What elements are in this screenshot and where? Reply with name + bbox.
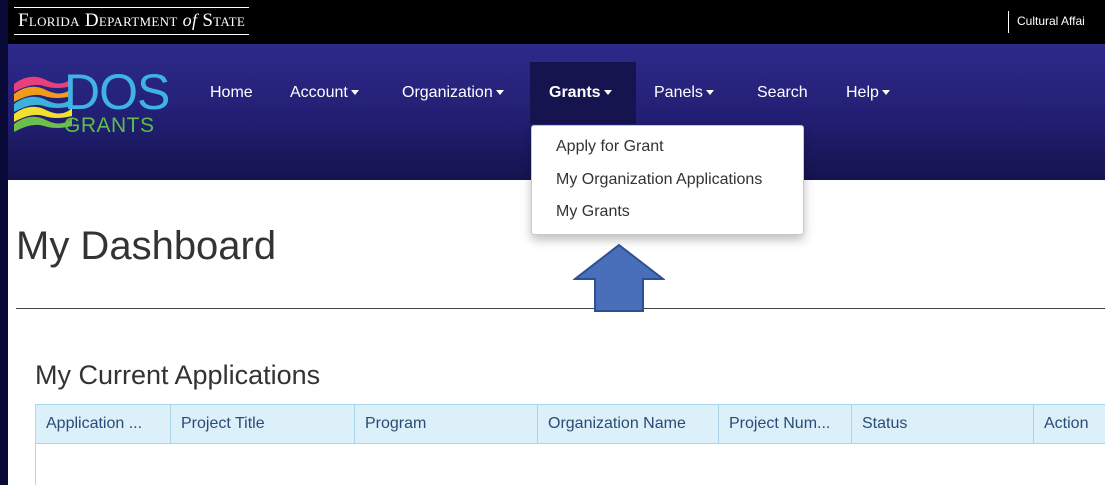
logo-text-of: of: [182, 10, 198, 30]
menu-item-apply-for-grant[interactable]: Apply for Grant: [556, 138, 664, 156]
caret-down-icon: [350, 90, 359, 96]
column-header-application[interactable]: Application ...: [36, 405, 171, 443]
florida-department-of-state-logo[interactable]: Florida Department of State: [14, 7, 250, 35]
title-divider: [16, 308, 1105, 309]
nav-organization[interactable]: Organization: [402, 84, 504, 102]
nav-organization-label: Organization: [402, 84, 493, 101]
dos-grants-logo[interactable]: DOS GRANTS: [12, 64, 182, 142]
caret-down-icon: [705, 90, 714, 96]
nav-search[interactable]: Search: [757, 84, 808, 102]
waves-logo-icon: [14, 76, 72, 132]
menu-item-my-grants[interactable]: My Grants: [556, 203, 630, 221]
nav-home[interactable]: Home: [210, 84, 253, 102]
applications-table: Application ... Project Title Program Or…: [35, 404, 1105, 485]
logo-text-florida-department: Florida Department: [18, 10, 178, 31]
top-bar: Florida Department of State Cultural Aff…: [8, 0, 1105, 44]
nav-help-label: Help: [846, 84, 879, 101]
nav-panels-label: Panels: [654, 84, 703, 101]
page-title: My Dashboard: [16, 224, 277, 268]
nav-account[interactable]: Account: [290, 84, 359, 102]
app-window: Florida Department of State Cultural Aff…: [8, 0, 1105, 485]
nav-help[interactable]: Help: [846, 84, 890, 102]
nav-grants[interactable]: Grants: [549, 84, 612, 102]
section-title: My Current Applications: [35, 360, 321, 390]
column-header-action[interactable]: Action: [1034, 405, 1105, 443]
logo-dos-text: DOS: [64, 64, 170, 120]
nav-grants-label: Grants: [549, 84, 601, 101]
caret-down-icon: [603, 90, 612, 96]
nav-panels[interactable]: Panels: [654, 84, 714, 102]
topbar-divider: [1008, 11, 1009, 33]
column-header-project-number[interactable]: Project Num...: [719, 405, 852, 443]
column-header-project-title[interactable]: Project Title: [171, 405, 355, 443]
up-arrow-annotation-icon: [573, 243, 665, 312]
column-header-organization-name[interactable]: Organization Name: [538, 405, 719, 443]
logo-grants-text: GRANTS: [64, 114, 155, 137]
grants-dropdown-menu: Apply for Grant My Organization Applicat…: [531, 125, 804, 235]
menu-item-my-organization-applications[interactable]: My Organization Applications: [556, 171, 762, 189]
caret-down-icon: [881, 90, 890, 96]
column-header-status[interactable]: Status: [852, 405, 1034, 443]
column-header-program[interactable]: Program: [355, 405, 538, 443]
cultural-affairs-link[interactable]: Cultural Affai: [1017, 14, 1085, 28]
table-header-row: Application ... Project Title Program Or…: [36, 404, 1105, 444]
caret-down-icon: [495, 90, 504, 96]
logo-text-state: State: [202, 10, 246, 31]
nav-account-label: Account: [290, 84, 348, 101]
